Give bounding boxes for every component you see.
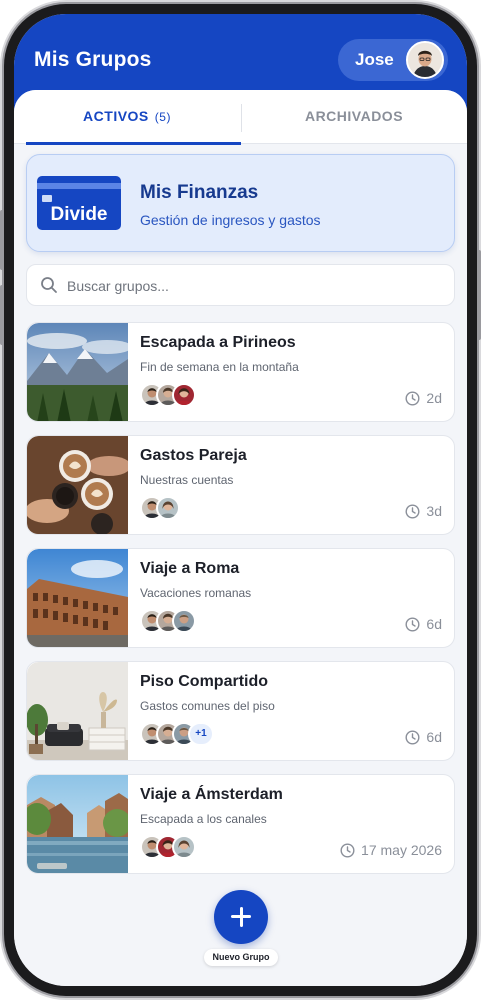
group-image-canal xyxy=(27,775,128,873)
last-activity: 17 may 2026 xyxy=(340,842,442,858)
last-activity-text: 6d xyxy=(426,729,442,745)
clock-icon xyxy=(405,616,420,632)
group-image-mountains xyxy=(27,323,128,421)
avatar xyxy=(156,496,180,520)
group-subtitle: Vacaciones romanas xyxy=(140,586,252,600)
clock-icon xyxy=(405,390,420,406)
group-image-colosseum xyxy=(27,549,128,647)
extra-members-badge: +1 xyxy=(188,722,214,746)
last-activity-text: 3d xyxy=(426,503,442,519)
clock-icon xyxy=(405,503,420,519)
tab-activos-label: ACTIVOS xyxy=(83,108,149,124)
group-card-amsterdam[interactable]: Viaje a Ámsterdam Escapada a los canales… xyxy=(26,774,455,874)
search-input[interactable] xyxy=(67,273,437,299)
group-title: Viaje a Roma xyxy=(140,560,240,577)
new-group-button[interactable] xyxy=(214,890,268,944)
last-activity-text: 2d xyxy=(426,390,442,406)
credit-card-icon: Divide xyxy=(37,176,121,230)
group-subtitle: Fin de semana en la montaña xyxy=(140,360,299,374)
group-title: Piso Compartido xyxy=(140,673,269,690)
avatar xyxy=(172,383,196,407)
finances-title: Mis Finanzas xyxy=(140,182,259,203)
group-card-roma[interactable]: Viaje a Roma Vacaciones romanas 6d xyxy=(26,548,455,648)
user-profile-button[interactable]: Jose xyxy=(338,39,448,81)
tab-archivados[interactable]: ARCHIVADOS xyxy=(241,90,467,144)
tab-activos[interactable]: ACTIVOS (5) xyxy=(14,90,241,145)
app-screen: Mis Grupos Jose ACTIVOS (5) ARCHIVADOS D… xyxy=(14,14,467,986)
last-activity: 6d xyxy=(405,729,442,745)
group-subtitle: Gastos comunes del piso xyxy=(140,699,275,713)
power-button xyxy=(477,250,481,340)
last-activity-text: 17 may 2026 xyxy=(361,842,442,858)
last-activity-text: 6d xyxy=(426,616,442,632)
group-card-pirineos[interactable]: Escapada a Pirineos Fin de semana en la … xyxy=(26,322,455,422)
finances-card[interactable]: Divide Mis Finanzas Gestión de ingresos … xyxy=(26,154,455,252)
group-subtitle: Escapada a los canales xyxy=(140,812,267,826)
volume-up-button xyxy=(0,210,4,270)
page-title: Mis Grupos xyxy=(34,48,152,71)
new-group-label: Nuevo Grupo xyxy=(204,949,278,966)
group-title: Gastos Pareja xyxy=(140,447,247,464)
search-bar xyxy=(26,264,455,306)
user-name: Jose xyxy=(355,50,394,69)
card-brand-word: Divide xyxy=(50,204,108,225)
clock-icon xyxy=(340,842,355,858)
last-activity: 6d xyxy=(405,616,442,632)
last-activity: 3d xyxy=(405,503,442,519)
user-avatar xyxy=(406,41,444,79)
tab-bar: ACTIVOS (5) ARCHIVADOS xyxy=(14,90,467,145)
volume-down-button xyxy=(0,285,4,345)
clock-icon xyxy=(405,729,420,745)
avatar xyxy=(172,835,196,859)
tab-activos-count: (5) xyxy=(154,110,171,124)
group-subtitle: Nuestras cuentas xyxy=(140,473,234,487)
group-image-coffee xyxy=(27,436,128,534)
group-card-piso[interactable]: Piso Compartido Gastos comunes del piso … xyxy=(26,661,455,761)
avatar xyxy=(172,609,196,633)
main-content: ACTIVOS (5) ARCHIVADOS Divide Mis Finanza… xyxy=(14,90,467,986)
search-icon xyxy=(41,277,57,293)
group-title: Viaje a Ámsterdam xyxy=(140,786,283,803)
last-activity: 2d xyxy=(405,390,442,406)
active-tab-indicator xyxy=(26,142,241,145)
group-card-pareja[interactable]: Gastos Pareja Nuestras cuentas 3d xyxy=(26,435,455,535)
finances-subtitle: Gestión de ingresos y gastos xyxy=(140,212,321,228)
group-title: Escapada a Pirineos xyxy=(140,334,296,351)
group-image-living-room xyxy=(27,662,128,760)
